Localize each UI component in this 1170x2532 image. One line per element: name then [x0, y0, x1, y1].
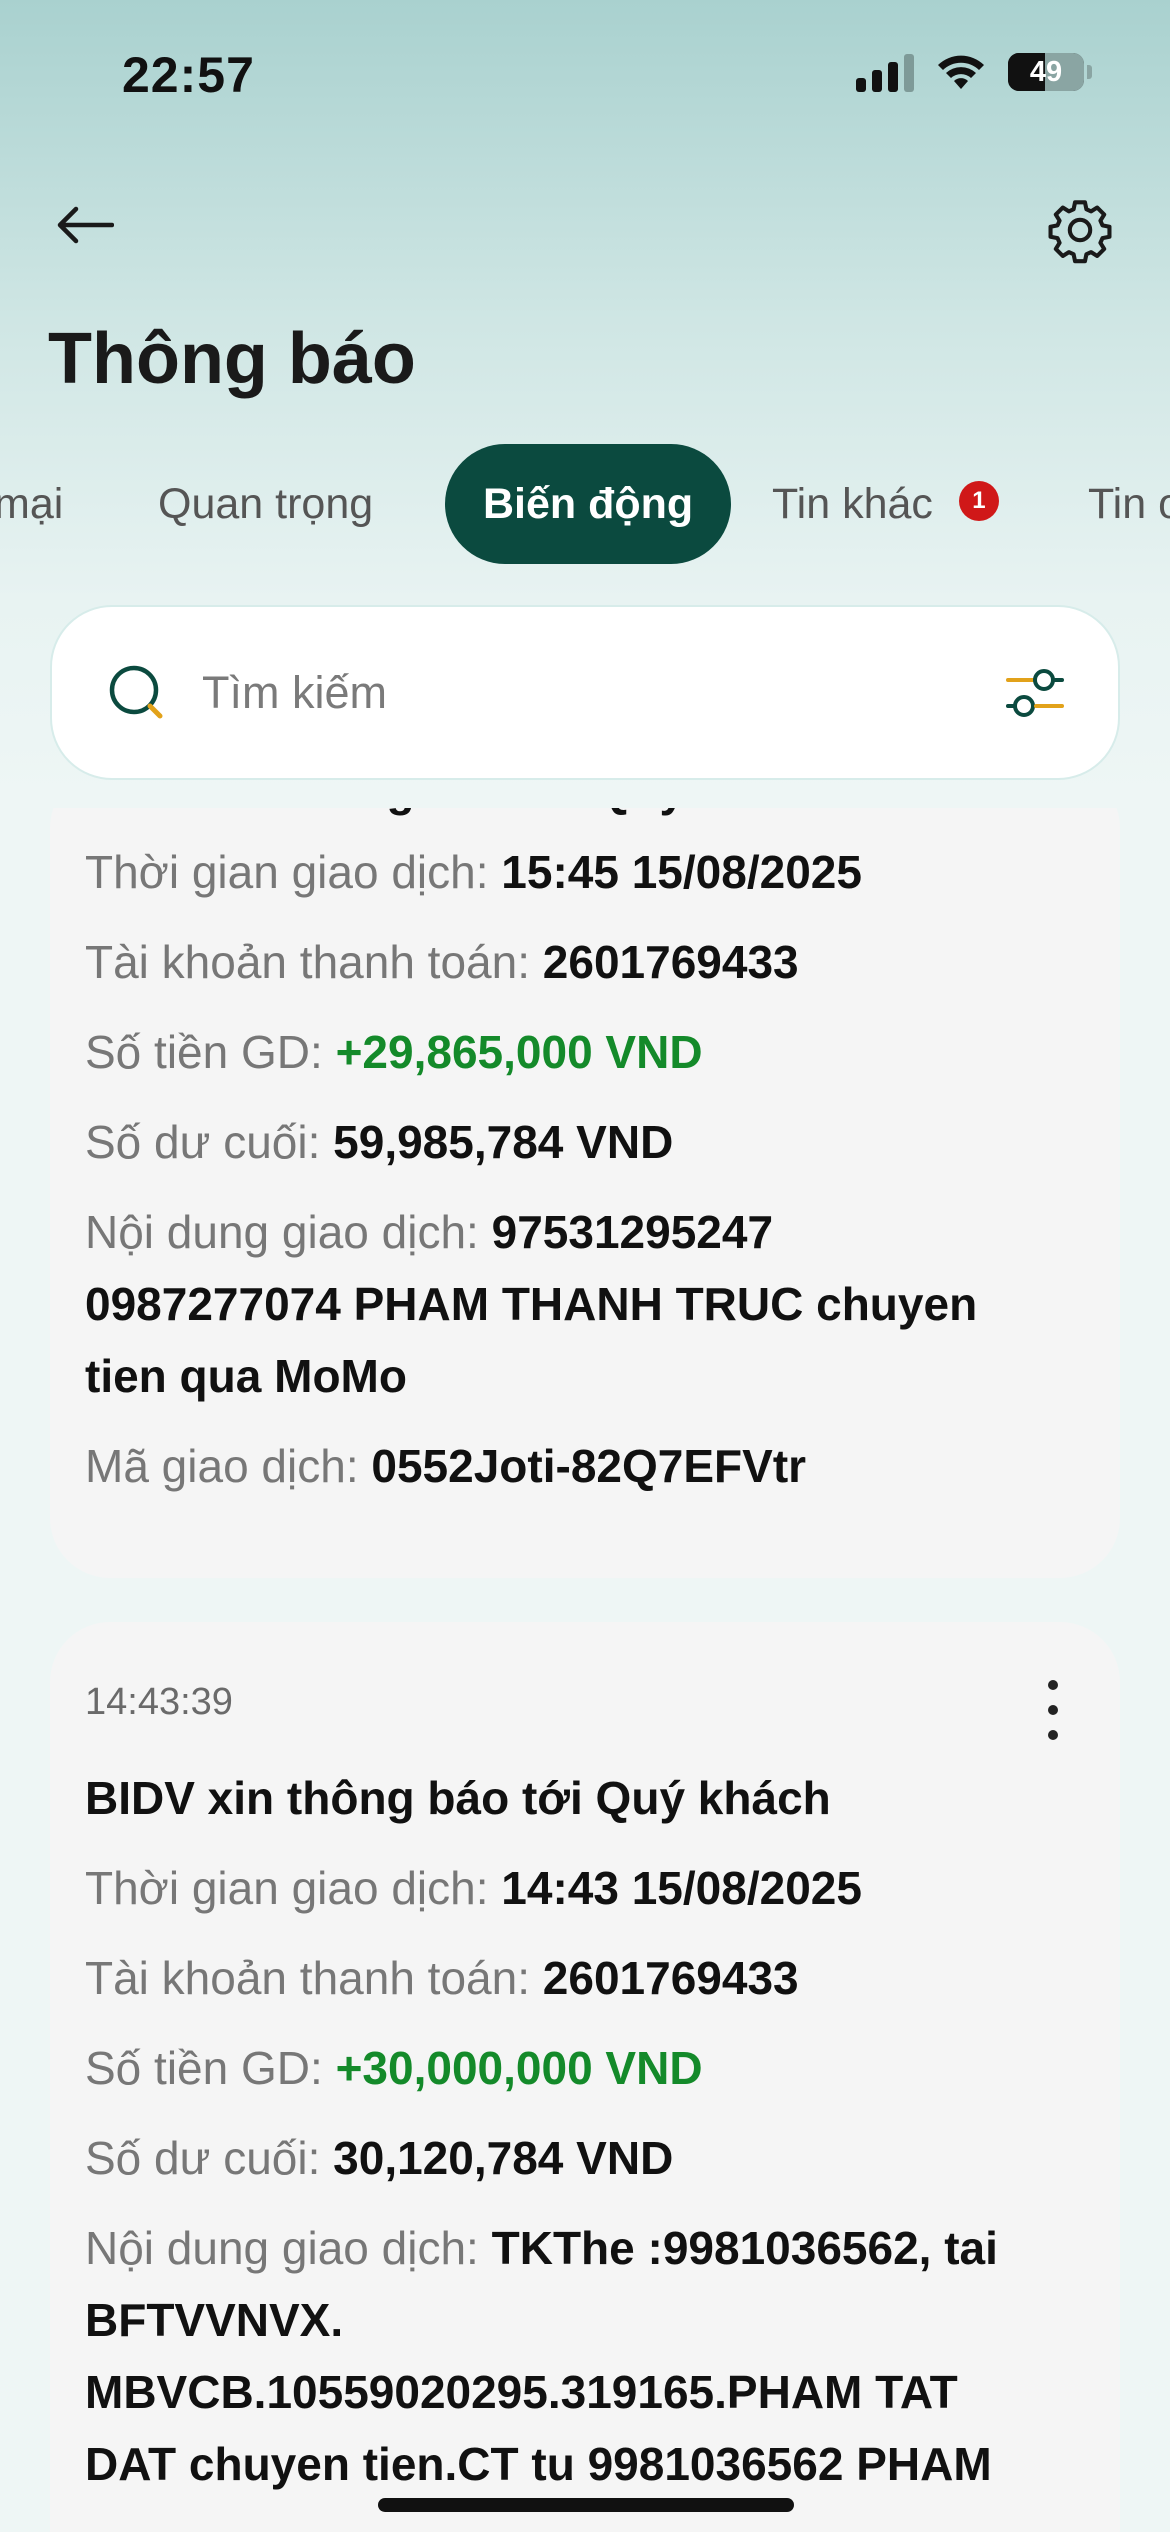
tab-quan-trong[interactable]: Quan trọng — [158, 444, 373, 564]
filter-icon[interactable] — [1000, 658, 1070, 728]
top-nav — [0, 180, 1170, 270]
unread-badge: 1 — [958, 480, 999, 521]
account-row: Tài khoản thanh toán: 2601769433 — [85, 936, 799, 988]
battery-level: 49 — [1029, 55, 1063, 88]
tab-bar: mại Quan trọng Biến động Tin khác 1 Tin ơ — [0, 444, 1170, 564]
status-icons: 49 — [856, 52, 1092, 92]
cellular-signal-icon — [856, 52, 914, 92]
content-row: Nội dung giao dịch: 97531295247 098727707… — [85, 1206, 978, 1402]
notification-card[interactable]: BIDV xin thông báo tới Quý khách Thời gi… — [50, 808, 1120, 1578]
amount-row: Số tiền GD: +29,865,000 VND — [85, 1026, 703, 1078]
settings-button[interactable] — [1040, 190, 1120, 270]
tab-tin-khac[interactable]: Tin khác 1 — [772, 444, 999, 564]
notification-card[interactable]: 14:43:39 BIDV xin thông báo tới Quý khác… — [50, 1622, 1120, 2532]
search-input[interactable]: Tìm kiếm — [202, 667, 1000, 719]
battery-icon: 49 — [1008, 53, 1092, 91]
tab-label: mại — [0, 480, 64, 528]
content-row: Nội dung giao dịch: TKThe :9981036562, t… — [85, 2222, 998, 2490]
wifi-icon — [938, 55, 984, 89]
tab-label: Tin ơ — [1088, 480, 1170, 528]
page-title: Thông báo — [48, 319, 416, 399]
tab-label: Biến động — [483, 480, 694, 528]
search-icon — [109, 665, 163, 718]
back-button[interactable] — [50, 195, 120, 255]
amount-row: Số tiền GD: +30,000,000 VND — [85, 2042, 703, 2094]
gear-icon — [1048, 200, 1112, 264]
notification-timestamp: 14:43:39 — [85, 1681, 233, 1723]
tab-khuyen-mai[interactable]: mại — [0, 444, 63, 564]
notification-heading: BIDV xin thông báo tới Quý khách — [85, 808, 1085, 826]
account-row: Tài khoản thanh toán: 2601769433 — [85, 1952, 799, 2004]
notification-heading: BIDV xin thông báo tới Quý khách — [85, 1772, 831, 1824]
status-time: 22:57 — [122, 47, 255, 103]
balance-row: Số dư cuối: 30,120,784 VND — [85, 2132, 674, 2184]
tab-tin-other[interactable]: Tin ơ — [1088, 444, 1170, 564]
tab-label: Quan trọng — [158, 480, 374, 528]
tab-bien-dong[interactable]: Biến động — [445, 444, 732, 564]
more-options-icon[interactable] — [1038, 1680, 1068, 1740]
notification-list: BIDV xin thông báo tới Quý khách Thời gi… — [0, 808, 1170, 2532]
tab-label: Tin khác — [772, 480, 933, 528]
transaction-code-row: Mã giao dịch: 0552Joti-82Q7EFVtr — [85, 1440, 807, 1492]
search-bar[interactable]: Tìm kiếm — [50, 605, 1120, 780]
back-arrow-icon — [57, 206, 114, 244]
transaction-time-row: Thời gian giao dịch: 15:45 15/08/2025 — [85, 846, 862, 898]
status-bar: 22:57 49 — [0, 0, 1170, 150]
transaction-time-row: Thời gian giao dịch: 14:43 15/08/2025 — [85, 1862, 862, 1914]
home-indicator — [378, 2498, 794, 2512]
balance-row: Số dư cuối: 59,985,784 VND — [85, 1116, 674, 1168]
